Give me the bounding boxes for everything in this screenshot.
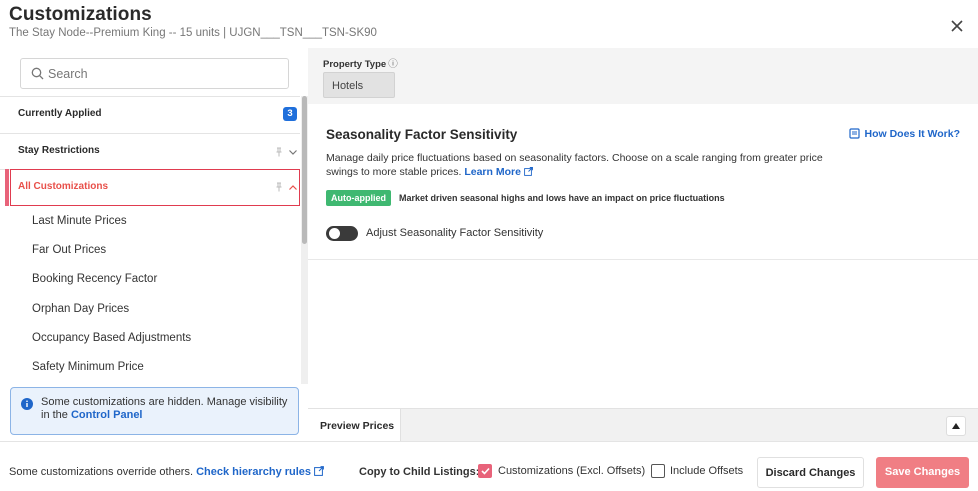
tab-preview-prices[interactable]: Preview Prices [308, 409, 401, 442]
card-description: Manage daily price fluctuations based on… [326, 151, 856, 179]
save-changes-button[interactable]: Save Changes [876, 457, 969, 488]
modal-header: Customizations The Stay Node--Premium Ki… [0, 0, 978, 48]
expand-preview-button[interactable] [946, 416, 966, 436]
card-title: Seasonality Factor Sensitivity [326, 127, 518, 142]
sidebar-item-label: All Customizations [18, 181, 109, 192]
sidebar-item-currently-applied[interactable]: Currently Applied 3 [0, 97, 300, 133]
sidebar-item-label: Stay Restrictions [18, 145, 100, 156]
caret-up-icon [952, 423, 960, 429]
include-offsets-label: Include Offsets [670, 465, 744, 477]
auto-applied-description: Market driven seasonal highs and lows ha… [399, 193, 725, 203]
toggle-knob [329, 228, 340, 239]
hierarchy-note: Some customizations override others. Che… [9, 466, 324, 478]
auto-applied-badge: Auto-applied [326, 190, 391, 206]
info-icon [21, 398, 33, 410]
checkmark-icon [481, 467, 490, 475]
chevron-up-icon[interactable] [288, 183, 298, 193]
property-type-label: Property Type ⓘ [323, 56, 398, 70]
list-item-far-out-prices[interactable]: Far Out Prices [0, 237, 300, 266]
property-type-value: Hotels [332, 80, 364, 92]
check-hierarchy-link[interactable]: Check hierarchy rules [196, 466, 324, 478]
list-item-label: Occupancy Based Adjustments [32, 332, 192, 344]
pin-icon[interactable] [274, 147, 284, 157]
external-link-icon [314, 466, 324, 476]
seasonality-toggle[interactable] [326, 226, 358, 241]
applied-count-badge: 3 [283, 107, 297, 121]
how-link-text: How Does It Work? [864, 128, 960, 140]
sidebar-item-all-customizations[interactable]: All Customizations [0, 169, 300, 206]
customizations-checkbox[interactable] [478, 464, 492, 478]
customizations-checkbox-label: Customizations (Excl. Offsets) [498, 465, 646, 477]
note-text: Some customizations override others. [9, 466, 194, 478]
listing-subtitle: The Stay Node--Premium King -- 15 units … [9, 27, 377, 39]
property-type-bar: Property Type ⓘ Hotels [308, 48, 978, 104]
copy-to-child-label: Copy to Child Listings: [359, 466, 480, 478]
how-does-it-work-link[interactable]: How Does It Work? [848, 128, 960, 140]
search-icon [31, 67, 44, 80]
search-input[interactable] [48, 63, 278, 85]
chevron-down-icon[interactable] [288, 147, 298, 157]
sidebar-item-stay-restrictions[interactable]: Stay Restrictions [0, 134, 300, 170]
pin-icon[interactable] [274, 182, 284, 192]
button-label: Save Changes [884, 466, 961, 478]
discard-changes-button[interactable]: Discard Changes [757, 457, 864, 488]
list-item-label: Last Minute Prices [32, 215, 127, 227]
property-type-select[interactable]: Hotels [323, 72, 395, 98]
list-item-label: Far Out Prices [32, 244, 107, 256]
learn-more-link[interactable]: Learn More [464, 166, 533, 178]
hidden-customizations-notice: Some customizations are hidden. Manage v… [10, 387, 299, 435]
preview-bar: Preview Prices [308, 408, 978, 442]
sidebar-item-label: Currently Applied [18, 108, 102, 119]
button-label: Discard Changes [765, 467, 856, 479]
active-accent-bar [5, 169, 9, 206]
page-title: Customizations [9, 4, 152, 25]
include-offsets-checkbox[interactable] [651, 464, 665, 478]
book-icon [848, 128, 860, 139]
list-item-label: Booking Recency Factor [32, 273, 158, 285]
sidebar: Currently Applied 3 Stay Restrictions Al… [0, 48, 308, 441]
external-link-icon [524, 167, 533, 176]
scrollbar-thumb[interactable] [302, 96, 307, 244]
sidebar-scrollbar[interactable] [301, 96, 308, 384]
list-item-label: Orphan Day Prices [32, 303, 130, 315]
description-text: Manage daily price fluctuations based on… [326, 152, 823, 178]
link-text: Check hierarchy rules [196, 466, 312, 478]
list-item-booking-recency-factor[interactable]: Booking Recency Factor [0, 266, 300, 295]
property-type-label-text: Property Type [323, 59, 387, 70]
search-box[interactable] [20, 58, 289, 89]
list-item-last-minute-prices[interactable]: Last Minute Prices [0, 208, 300, 237]
footer: Some customizations override others. Che… [0, 441, 978, 491]
list-item-label: Safety Minimum Price [32, 361, 144, 373]
close-button[interactable] [948, 17, 966, 35]
tab-label: Preview Prices [320, 420, 395, 432]
close-icon [951, 20, 963, 32]
list-item-occupancy-based-adjustments[interactable]: Occupancy Based Adjustments [0, 325, 300, 354]
list-item-safety-minimum-price[interactable]: Safety Minimum Price [0, 354, 300, 383]
learn-more-text: Learn More [464, 166, 521, 178]
control-panel-link[interactable]: Control Panel [71, 409, 143, 421]
toggle-label: Adjust Seasonality Factor Sensitivity [366, 227, 544, 239]
seasonality-card: Seasonality Factor Sensitivity How Does … [308, 104, 978, 260]
info-circle-icon[interactable]: ⓘ [388, 59, 398, 70]
list-item-orphan-day-prices[interactable]: Orphan Day Prices [0, 296, 300, 325]
